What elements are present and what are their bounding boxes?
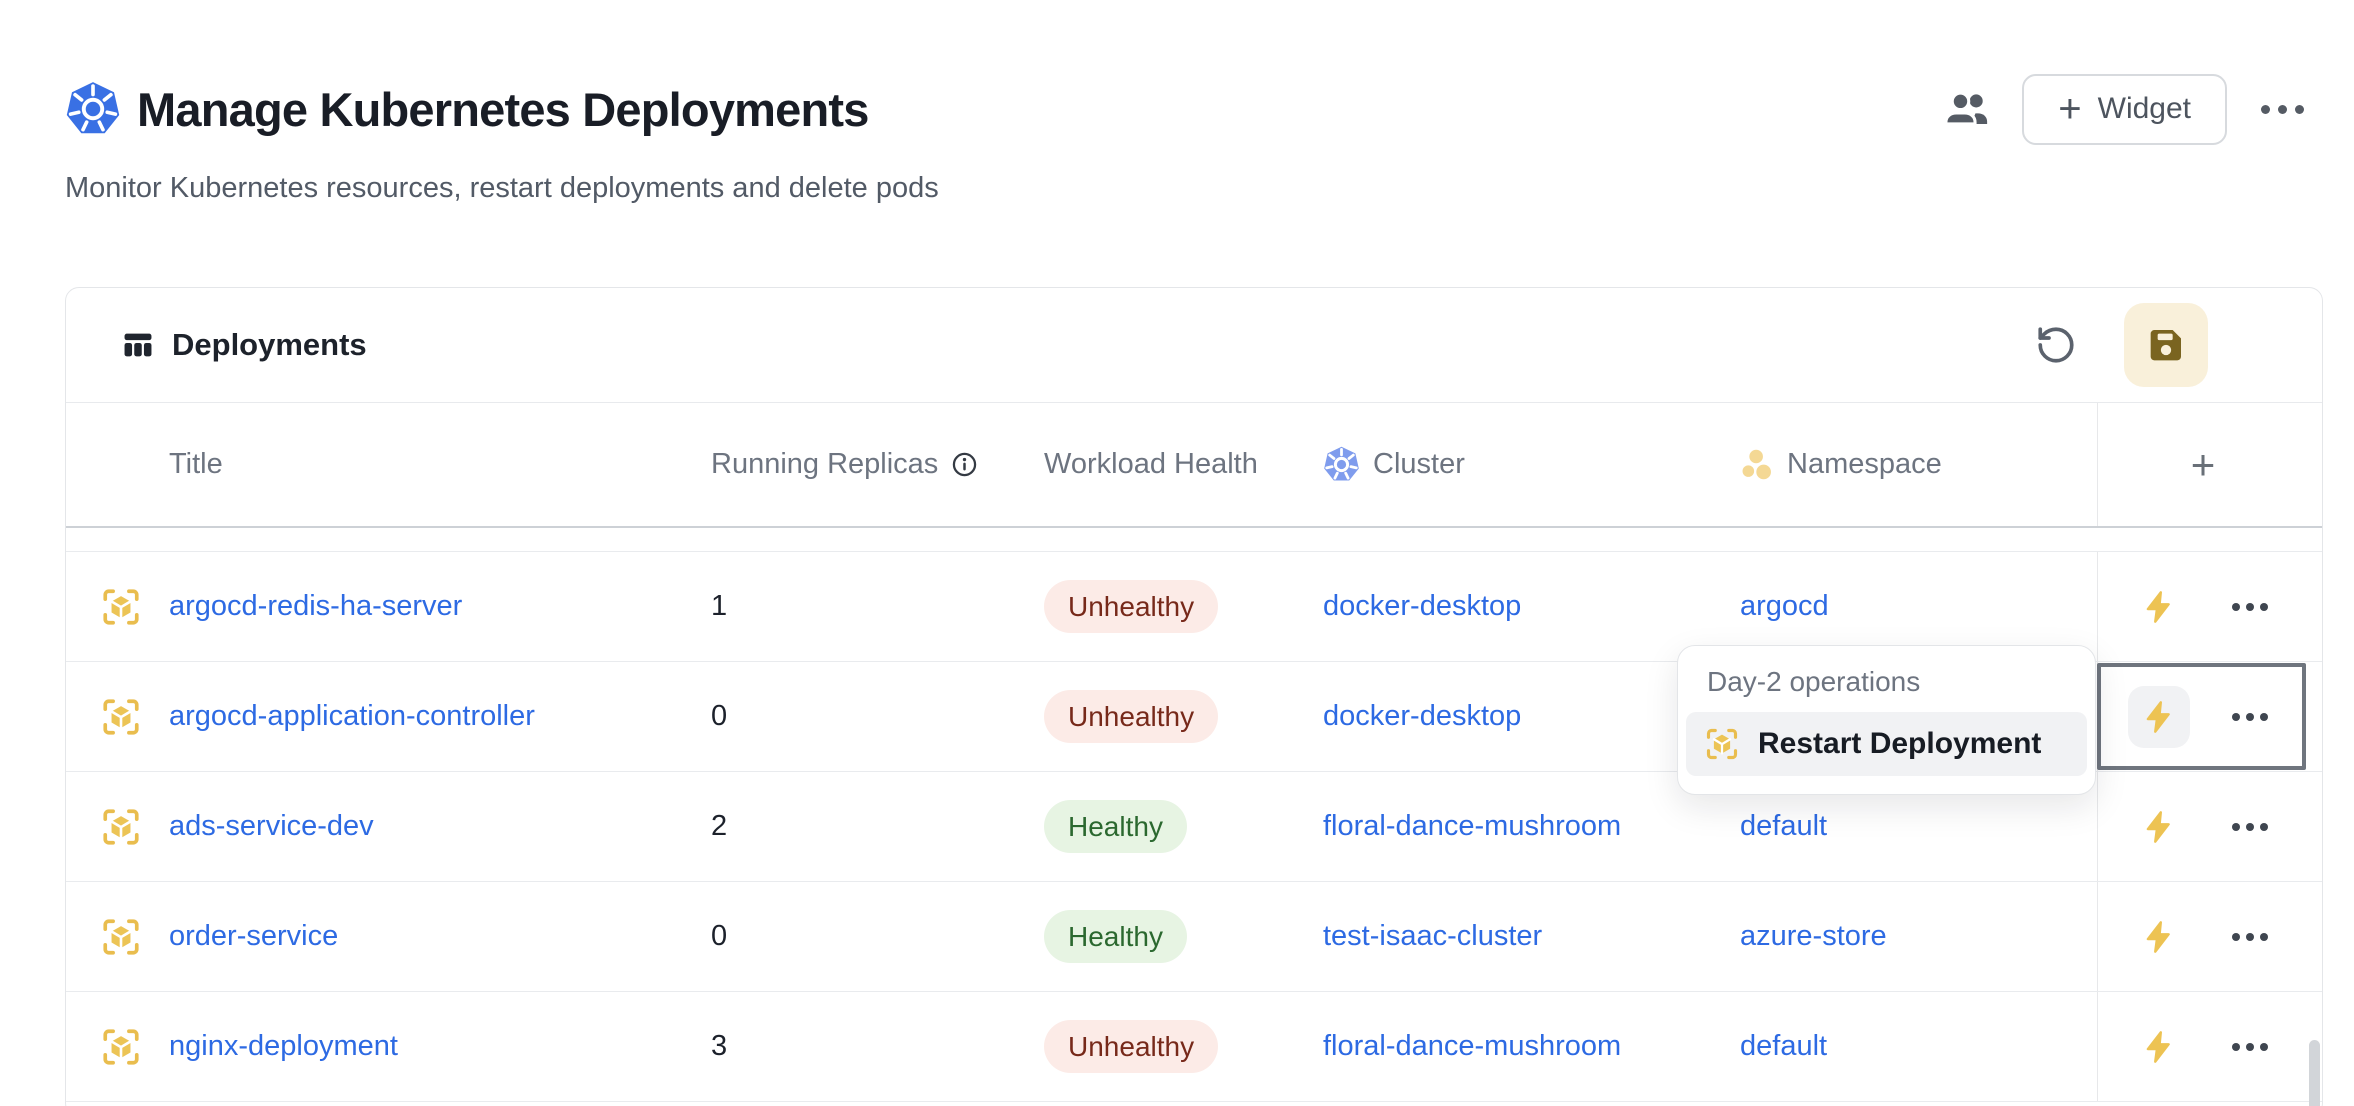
namespace-link[interactable]: default	[1740, 1030, 1827, 1063]
add-column-button[interactable]: +	[2097, 403, 2322, 526]
health-badge: Unhealthy	[1044, 690, 1218, 743]
deployments-widget: Deployments	[65, 287, 2323, 1106]
scrolled-row-sliver	[66, 528, 2322, 552]
day2-actions-button[interactable]	[2128, 576, 2190, 638]
day2-operations-popup: Day-2 operations Restart Deployment	[1677, 645, 2096, 795]
table-row: order-service 0 Healthy test-isaac-clust…	[66, 882, 2322, 992]
cluster-link[interactable]: test-isaac-cluster	[1323, 920, 1542, 953]
health-badge: Healthy	[1044, 800, 1187, 853]
replicas-value: 3	[711, 1030, 727, 1063]
replicas-value: 2	[711, 810, 727, 843]
page-title: Manage Kubernetes Deployments	[137, 82, 869, 137]
plus-icon: +	[2058, 89, 2081, 129]
page: Manage Kubernetes Deployments + Widget	[0, 0, 2354, 1106]
deployment-icon	[100, 806, 142, 848]
row-more-menu[interactable]	[2230, 925, 2270, 949]
undo-button[interactable]	[2014, 303, 2098, 387]
column-header-namespace[interactable]: Namespace	[1740, 448, 2097, 482]
cluster-link[interactable]: docker-desktop	[1323, 700, 1521, 733]
widget-header: Deployments	[66, 288, 2322, 402]
day2-actions-button[interactable]	[2128, 1016, 2190, 1078]
widget-title: Deployments	[172, 327, 367, 363]
deployment-icon	[100, 586, 142, 628]
popup-item-label: Restart Deployment	[1758, 727, 2041, 761]
widget-button-label: Widget	[2098, 92, 2191, 126]
restart-deployment-item[interactable]: Restart Deployment	[1686, 712, 2087, 776]
column-header-replicas[interactable]: Running Replicas	[711, 448, 1044, 481]
deployment-icon	[100, 696, 142, 738]
page-subtitle: Monitor Kubernetes resources, restart de…	[65, 172, 2306, 205]
namespace-link[interactable]: azure-store	[1740, 920, 1887, 953]
deployment-title-link[interactable]: ads-service-dev	[169, 810, 374, 843]
day2-actions-button[interactable]	[2128, 796, 2190, 858]
selected-actions-cell	[2097, 662, 2322, 771]
save-button[interactable]	[2124, 303, 2208, 387]
vertical-scrollbar-thumb[interactable]	[2309, 1040, 2320, 1106]
row-more-menu[interactable]	[2230, 815, 2270, 839]
deployment-icon	[100, 916, 142, 958]
column-header-health[interactable]: Workload Health	[1044, 448, 1323, 481]
column-header-title[interactable]: Title	[169, 448, 711, 481]
popup-header: Day-2 operations	[1686, 660, 2087, 712]
page-header-actions: + Widget	[1944, 74, 2306, 145]
replicas-value: 0	[711, 700, 727, 733]
namespace-dots-icon	[1740, 448, 1774, 482]
deployment-title-link[interactable]: argocd-redis-ha-server	[169, 590, 462, 623]
row-more-menu[interactable]	[2230, 595, 2270, 619]
add-widget-button[interactable]: + Widget	[2022, 74, 2227, 145]
table-header-row: Title Running Replicas Workload Health	[66, 402, 2322, 528]
deployment-title-link[interactable]: order-service	[169, 920, 338, 953]
day2-actions-button[interactable]	[2128, 906, 2190, 968]
replicas-value: 1	[711, 590, 727, 623]
namespace-link[interactable]: default	[1740, 810, 1827, 843]
kubernetes-icon	[1323, 446, 1360, 483]
row-more-menu[interactable]	[2230, 1035, 2270, 1059]
cluster-link[interactable]: floral-dance-mushroom	[1323, 1030, 1621, 1063]
replicas-value: 0	[711, 920, 727, 953]
deployment-icon	[100, 1026, 142, 1068]
cluster-link[interactable]: docker-desktop	[1323, 590, 1521, 623]
cluster-link[interactable]: floral-dance-mushroom	[1323, 810, 1621, 843]
info-icon[interactable]	[951, 451, 978, 478]
table-row: nginx-deployment 3 Unhealthy floral-danc…	[66, 992, 2322, 1102]
namespace-link[interactable]: argocd	[1740, 590, 1829, 623]
deployment-title-link[interactable]: nginx-deployment	[169, 1030, 398, 1063]
health-badge: Unhealthy	[1044, 1020, 1218, 1073]
health-badge: Unhealthy	[1044, 580, 1218, 633]
kubernetes-logo-icon	[65, 81, 121, 137]
collaborators-icon[interactable]	[1944, 86, 1990, 132]
deployment-icon	[1704, 726, 1740, 762]
table-widget-icon	[121, 328, 155, 362]
page-header: Manage Kubernetes Deployments + Widget	[65, 72, 2306, 205]
page-more-menu[interactable]	[2259, 99, 2306, 120]
row-more-menu[interactable]	[2230, 705, 2270, 729]
health-badge: Healthy	[1044, 910, 1187, 963]
day2-actions-button[interactable]	[2128, 686, 2190, 748]
column-header-cluster[interactable]: Cluster	[1323, 446, 1740, 483]
deployment-title-link[interactable]: argocd-application-controller	[169, 700, 535, 733]
